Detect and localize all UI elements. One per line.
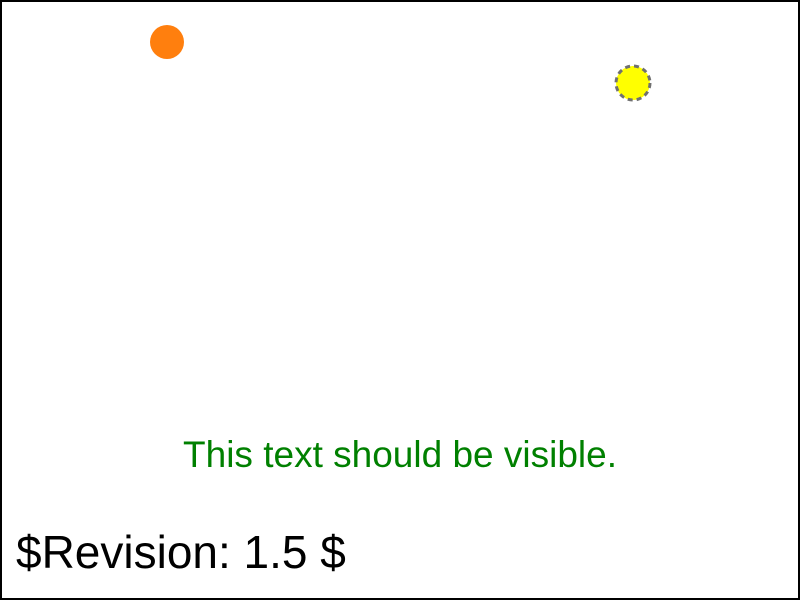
yellow-dashed-dot: [614, 64, 652, 102]
canvas-frame: [0, 0, 800, 600]
visible-text-message: This text should be visible.: [183, 434, 617, 475]
revision-label: $Revision: 1.5 $: [16, 526, 346, 578]
test-canvas: This text should be visible. $Revision: …: [0, 0, 800, 600]
orange-dot: [150, 25, 184, 59]
